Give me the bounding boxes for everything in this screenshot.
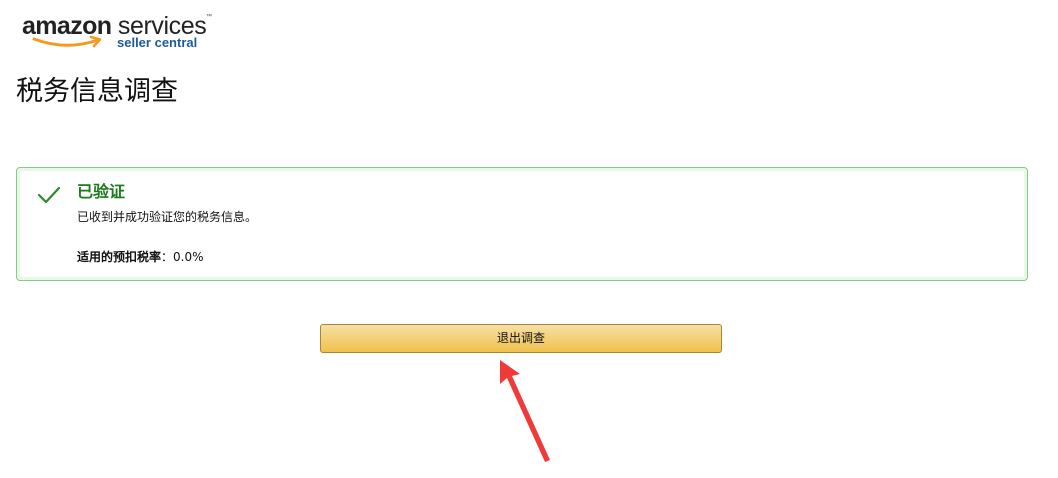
withholding-rate-separator: ： [161, 250, 174, 264]
red-arrow-icon [500, 360, 550, 462]
withholding-rate-label: 适用的预扣税率 [77, 250, 162, 264]
withholding-rate-value: 0.0% [173, 250, 204, 264]
withholding-rate: 适用的预扣税率：0.0% [77, 248, 204, 266]
logo-tm: ™ [206, 14, 212, 20]
page: amazon services ™ seller central 税务信息调查 … [0, 0, 1058, 478]
amazon-services-logo[interactable]: amazon services ™ seller central [20, 10, 220, 54]
amazon-smile-icon [32, 35, 102, 48]
alert-heading: 已验证 [77, 182, 126, 201]
check-icon [37, 186, 61, 204]
exit-survey-button[interactable]: 退出调查 [320, 324, 722, 353]
logo-subtitle: seller central [117, 35, 198, 50]
alert-message: 已收到并成功验证您的税务信息。 [77, 210, 258, 224]
verified-alert: 已验证 已收到并成功验证您的税务信息。 适用的预扣税率：0.0% [16, 167, 1028, 281]
page-title: 税务信息调查 [16, 76, 178, 107]
